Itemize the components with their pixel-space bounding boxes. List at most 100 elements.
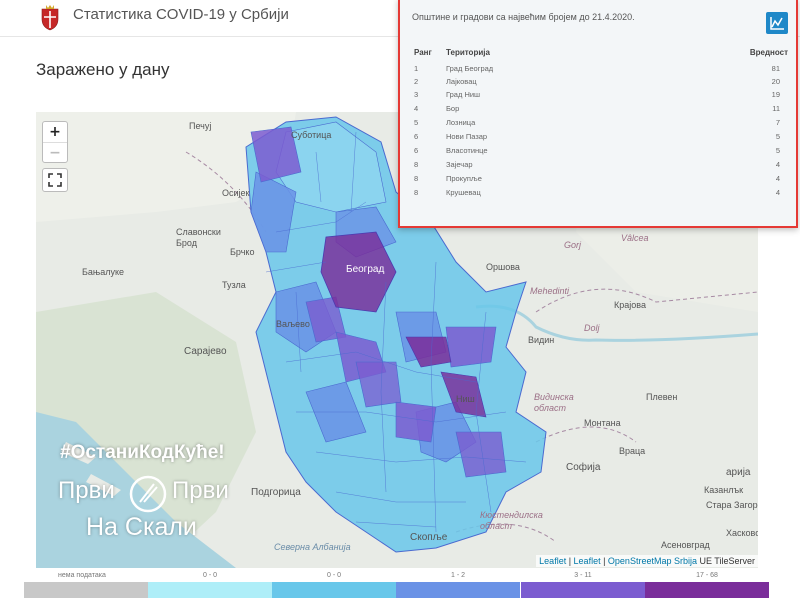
legend-swatch: [24, 582, 148, 598]
rank-cell: 6: [414, 146, 419, 155]
map-label-text: Суботица: [291, 130, 332, 140]
map-label: Ваљево: [276, 319, 310, 329]
map-label: Суботица: [291, 130, 331, 140]
territory-cell: Град Ниш: [446, 90, 481, 99]
map-label: Казанлък: [704, 485, 744, 495]
attribution-suffix: UE TileServer: [696, 556, 755, 566]
watermark-seal-icon: [129, 475, 167, 513]
map-label: Dolj: [584, 323, 600, 333]
map-attribution: Leaflet | Leaflet | OpenStreetMap Srbija…: [536, 555, 758, 567]
value-cell: 11: [772, 104, 780, 113]
value-cell: 4: [775, 160, 780, 169]
value-cell: 4: [775, 188, 780, 197]
legend-swatch: [272, 582, 396, 598]
territory-cell: Прокупље: [446, 174, 482, 183]
territory-cell: Власотинце: [446, 146, 488, 155]
territory-cell: Бор: [446, 104, 460, 113]
column-header-value: Вредност: [749, 48, 788, 57]
legend-label: 17 - 68: [696, 572, 718, 579]
osm-link[interactable]: OpenStreetMap Srbija: [608, 556, 697, 566]
map-label: Плевен: [646, 392, 678, 402]
map-label: Славонски Брод: [176, 227, 221, 248]
legend-swatch: [148, 582, 272, 598]
value-cell: 19: [771, 90, 780, 99]
map-label: Vâlcea: [621, 233, 649, 243]
legend-label: 0 - 0: [326, 572, 341, 579]
column-header-rank: Ранг: [414, 48, 432, 57]
map-label: Кюстендилска област: [480, 510, 543, 531]
map-label: Mehedinti: [530, 286, 570, 296]
territory-cell: Крушевац: [446, 188, 481, 197]
table-row: 3 Град Ниш 19: [414, 90, 792, 104]
map-label: Асеновград: [661, 540, 710, 550]
table-row: 1 Град Београд 81: [414, 64, 792, 78]
map-label: Сарајево: [184, 346, 227, 357]
watermark-line1: Први: [58, 477, 115, 504]
rank-cell: 1: [414, 64, 419, 73]
value-cell: 5: [775, 146, 780, 155]
map-label: Брчко: [230, 247, 255, 257]
legend-swatch: [645, 582, 769, 598]
zoom-in-button[interactable]: +: [43, 122, 67, 142]
map-label: Подгорица: [251, 487, 301, 498]
rank-cell: 6: [414, 132, 419, 141]
rank-cell: 3: [414, 90, 419, 99]
value-cell: 4: [775, 174, 780, 183]
value-cell: 7: [775, 118, 780, 127]
table-row: 5 Лозница 7: [414, 118, 792, 132]
zoom-control: + −: [42, 121, 68, 163]
map-label: Ниш: [456, 394, 475, 404]
territory-cell: Зајечар: [446, 160, 473, 169]
map-label: Печуј: [189, 121, 211, 131]
value-cell: 20: [771, 77, 780, 86]
territory-cell: Град Београд: [446, 64, 494, 73]
map-label: Скопље: [410, 532, 448, 543]
chart-toggle-button[interactable]: [766, 12, 788, 34]
territory-cell: Лозница: [446, 118, 476, 127]
popup-title: Општине и градови са највећим бројем до …: [412, 12, 635, 22]
map-label: Крајова: [614, 300, 646, 310]
rank-cell: 4: [414, 104, 419, 113]
map-label: Враца: [619, 446, 646, 456]
section-title: Заражено у дану: [36, 60, 170, 79]
legend-label: 0 - 0: [202, 572, 217, 579]
legend-item: 17 - 68: [645, 568, 769, 600]
map-label: Хасково: [726, 528, 758, 538]
table-row: 8 Прокупље 4: [414, 174, 792, 188]
zoom-out-button[interactable]: −: [43, 142, 67, 162]
leaflet-link-2[interactable]: Leaflet: [574, 556, 601, 566]
table-row: 6 Власотинце 5: [414, 146, 792, 160]
map-label: Тузла: [222, 280, 246, 290]
rank-cell: 8: [414, 188, 419, 197]
legend-label: 1 - 2: [450, 572, 465, 579]
map-label: Софија: [566, 462, 601, 473]
map-label: Осијек: [222, 188, 249, 198]
legend-item: 0 - 0: [148, 568, 272, 600]
map-label: Монтана: [584, 418, 621, 428]
map-label: Северна Албанија: [274, 542, 351, 552]
map-legend: нема података 0 - 0 0 - 0 1 - 2 3 - 11 1…: [24, 568, 770, 600]
map-label-text: Печуј: [189, 121, 212, 131]
attribution-separator: |: [566, 556, 574, 566]
app-title: Статистика COVID-19 у Србији: [73, 6, 289, 23]
table-row: 8 Зајечар 4: [414, 160, 792, 174]
leaflet-link[interactable]: Leaflet: [539, 556, 566, 566]
watermark-hashtag: #ОстаниКодКуће!: [60, 442, 225, 463]
rank-cell: 5: [414, 118, 419, 127]
legend-item: 0 - 0: [272, 568, 396, 600]
map-label: Београд: [346, 264, 385, 275]
value-cell: 81: [771, 64, 780, 73]
map-label: Видинска област: [534, 392, 574, 413]
watermark-line1b: Први: [172, 477, 229, 504]
legend-item: нема података: [24, 568, 148, 600]
legend-swatch: [521, 582, 645, 598]
legend-swatch: [396, 582, 520, 598]
serbia-coat-of-arms-icon: [41, 5, 59, 31]
column-header-territory: Територија: [446, 48, 490, 57]
legend-item: 3 - 11: [521, 568, 645, 600]
territory-cell: Лајковац: [446, 77, 477, 86]
map-label: Бањалуке: [82, 267, 125, 277]
legend-label: нема података: [58, 572, 106, 579]
fullscreen-button[interactable]: [42, 168, 68, 192]
table-row: 6 Нови Пазар 5: [414, 132, 792, 146]
